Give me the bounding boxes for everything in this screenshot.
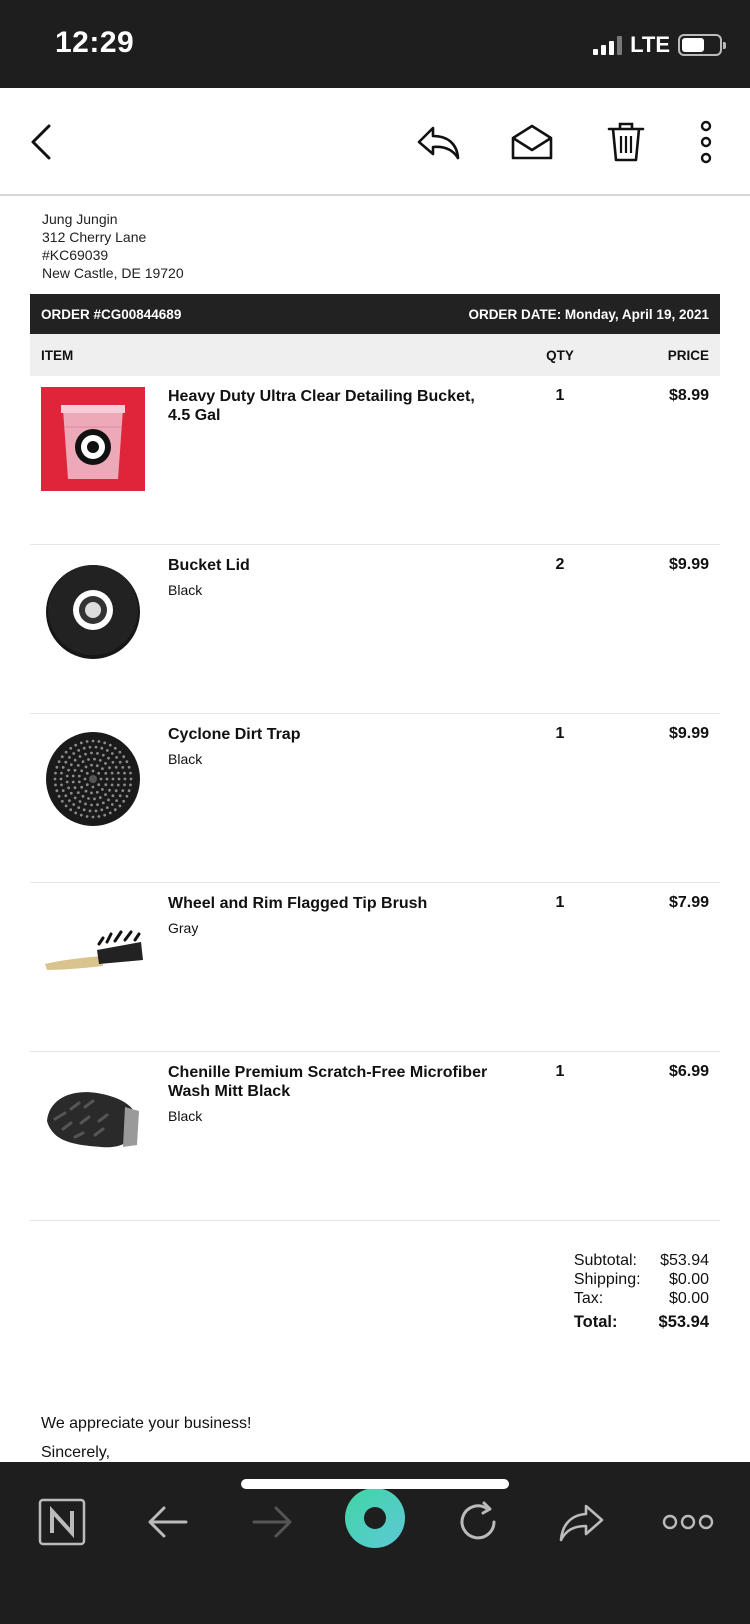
item-price: $9.99 [668, 725, 709, 742]
item-variant: Black [168, 751, 203, 767]
qty-column-header: QTY [546, 347, 574, 363]
subtotal-value: $53.94 [660, 1252, 709, 1269]
shipping-address: Jung Jungin 312 Cherry Lane #KC69039 New… [30, 196, 720, 282]
forward-arrow-icon [240, 1490, 304, 1554]
signal-icon [593, 35, 623, 55]
customer-unit: #KC69039 [42, 247, 109, 263]
customer-city: New Castle, DE 19720 [42, 265, 184, 281]
order-header: ORDER #CG00844689 ORDER DATE: Monday, Ap… [30, 294, 720, 334]
dirt-trap-image[interactable] [41, 725, 145, 829]
network-label: LTE [630, 32, 670, 57]
table-row: Cyclone Dirt Trap Black 1 $9.99 [30, 714, 720, 883]
item-name[interactable]: Bucket Lid [168, 556, 498, 575]
order-date: ORDER DATE: Monday, April 19, 2021 [468, 306, 709, 322]
closing-message: We appreciate your business! [41, 1415, 252, 1432]
totals-table: Subtotal: $53.94 Shipping: $0.00 Tax: $0.00… [574, 1251, 709, 1332]
order-summary: Subtotal: $53.94 Shipping: $0.00 Tax: $0.00… [30, 1221, 720, 1421]
back-arrow-icon[interactable] [136, 1490, 200, 1554]
table-row: Bucket Lid Black 2 $9.99 [30, 545, 720, 714]
closing-signoff: Sincerely, [41, 1444, 111, 1461]
shipping-label: Shipping: [573, 1271, 641, 1288]
price-column-header: PRICE [667, 347, 709, 363]
table-row: Wheel and Rim Flagged Tip Brush Gray 1 $… [30, 883, 720, 1052]
item-variant: Black [168, 1108, 203, 1124]
item-name[interactable]: Wheel and Rim Flagged Tip Brush [168, 894, 498, 913]
bucket-lid-image[interactable] [41, 556, 145, 660]
brush-image[interactable] [41, 894, 145, 998]
trash-icon[interactable] [598, 114, 654, 170]
item-name[interactable]: Heavy Duty Ultra Clear Detailing Bucket,… [168, 387, 498, 425]
home-indicator[interactable] [241, 1479, 509, 1489]
table-row: Heavy Duty Ultra Clear Detailing Bucket,… [30, 376, 720, 545]
mark-unread-icon[interactable] [504, 114, 560, 170]
tax-value: $0.00 [668, 1290, 709, 1307]
subtotal-label: Subtotal: [573, 1252, 637, 1269]
shipping-value: $0.00 [668, 1271, 709, 1288]
item-qty: 1 [555, 894, 565, 911]
wash-mitt-image[interactable] [41, 1063, 145, 1167]
item-qty: 1 [555, 725, 565, 742]
share-icon[interactable] [550, 1490, 614, 1554]
item-qty: 1 [555, 1063, 565, 1080]
item-price: $8.99 [668, 387, 709, 404]
order-number: ORDER #CG00844689 [41, 306, 182, 322]
item-qty: 1 [555, 387, 565, 404]
home-circle-icon[interactable] [343, 1486, 407, 1550]
table-header: ITEM QTY PRICE [30, 334, 720, 376]
customer-name: Jung Jungin [42, 211, 118, 227]
item-name[interactable]: Chenille Premium Scratch-Free Microfiber… [168, 1063, 498, 1101]
more-vertical-icon[interactable] [678, 114, 734, 170]
tax-label: Tax: [573, 1290, 604, 1307]
bucket-image[interactable] [41, 387, 145, 491]
item-price: $6.99 [668, 1063, 709, 1080]
email-body: Jung Jungin 312 Cherry Lane #KC69039 New… [30, 196, 720, 1421]
status-time: 12:29 [55, 26, 135, 59]
item-price: $7.99 [668, 894, 709, 911]
status-bar: 12:29 LTE [0, 0, 750, 88]
table-row: Chenille Premium Scratch-Free Microfiber… [30, 1052, 720, 1221]
customer-street: 312 Cherry Lane [42, 229, 147, 245]
total-label: Total: [573, 1313, 618, 1331]
mail-toolbar [0, 88, 750, 196]
item-column-header: ITEM [41, 347, 74, 363]
item-qty: 2 [555, 556, 565, 573]
total-value: $53.94 [658, 1313, 709, 1331]
notion-logo-icon[interactable] [30, 1490, 94, 1554]
item-price: $9.99 [668, 556, 709, 573]
item-name[interactable]: Cyclone Dirt Trap [168, 725, 498, 744]
item-variant: Black [168, 582, 203, 598]
battery-icon [678, 34, 726, 56]
more-horizontal-icon[interactable] [656, 1490, 720, 1554]
status-indicators: LTE [593, 32, 726, 58]
item-variant: Gray [168, 920, 199, 936]
reload-icon[interactable] [446, 1490, 510, 1554]
reply-icon[interactable] [410, 114, 466, 170]
back-chevron-icon[interactable] [14, 114, 70, 170]
